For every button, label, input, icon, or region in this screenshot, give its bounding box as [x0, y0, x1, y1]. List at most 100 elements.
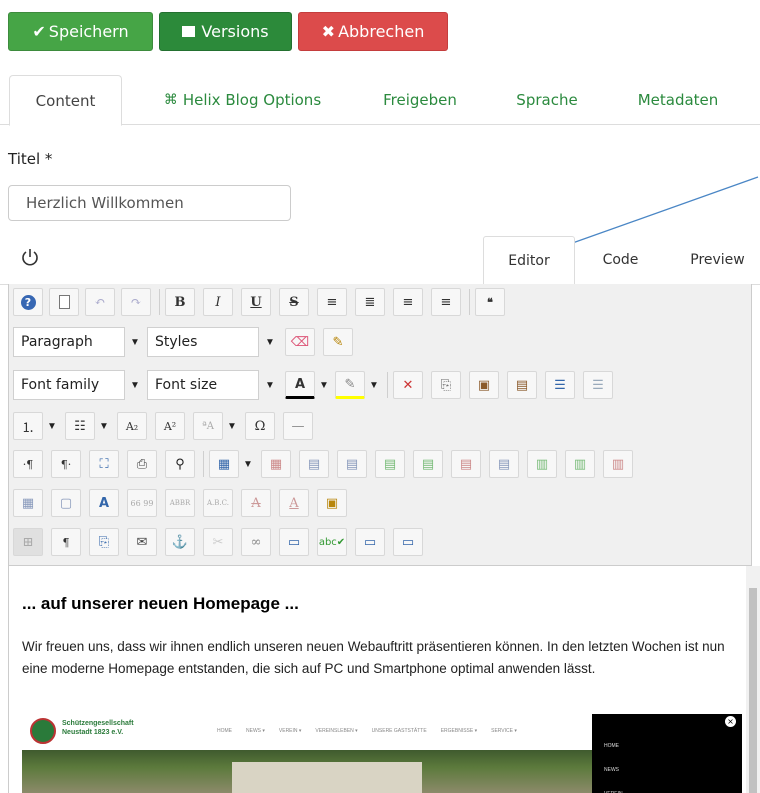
unlink-icon[interactable]: ✂: [203, 528, 233, 556]
bold-icon[interactable]: B: [165, 288, 195, 316]
undo-icon[interactable]: ↶: [85, 288, 115, 316]
chevron-down-icon[interactable]: ▼: [315, 370, 333, 400]
format-select[interactable]: Paragraph: [13, 327, 125, 357]
table-cell-props-icon[interactable]: ▤: [337, 450, 367, 478]
delete-row-icon[interactable]: ▤: [451, 450, 481, 478]
eraser-icon[interactable]: ⌫: [285, 328, 315, 356]
ltr-icon[interactable]: ·¶: [13, 450, 43, 478]
styles-select[interactable]: Styles: [147, 327, 259, 357]
print-icon[interactable]: ⎙: [127, 450, 157, 478]
versions-button[interactable]: Versions: [159, 12, 292, 51]
find-icon[interactable]: ☰: [583, 371, 613, 399]
anchor-icon[interactable]: ⚓: [165, 528, 195, 556]
tab-metadaten[interactable]: Metadaten: [618, 75, 738, 125]
merge-cells-icon[interactable]: ▢: [51, 489, 81, 517]
insert-col-before-icon[interactable]: ▥: [527, 450, 557, 478]
save-button[interactable]: ✔ Speichern: [8, 12, 153, 51]
chevron-down-icon[interactable]: ▼: [261, 370, 279, 400]
insert-file-icon[interactable]: ⎘: [89, 528, 119, 556]
editor-tab-label: Code: [602, 252, 639, 268]
format-painter-icon[interactable]: ✎: [323, 328, 353, 356]
special-character-icon[interactable]: Ω: [245, 412, 275, 440]
deletion-icon[interactable]: A: [241, 489, 271, 517]
tab-content[interactable]: Content: [9, 75, 122, 126]
link-icon[interactable]: ∞: [241, 528, 271, 556]
character-map-icon[interactable]: ªA: [193, 412, 223, 440]
chevron-down-icon[interactable]: ▼: [126, 327, 144, 357]
new-document-icon[interactable]: [49, 288, 79, 316]
embed-nav: HOME NEWS ▾ VEREIN ▾ VEREINSLEBEN ▾ UNSE…: [217, 728, 517, 734]
scrollbar-thumb[interactable]: [749, 588, 757, 793]
tab-helix-blog-options[interactable]: ⌘ Helix Blog Options: [140, 75, 345, 125]
italic-icon[interactable]: I: [203, 288, 233, 316]
abbreviation-icon[interactable]: ABBR: [165, 489, 195, 517]
visual-aid-icon[interactable]: ⊞: [13, 528, 43, 556]
embed-side-nav: HOME NEWS VEREIN: [604, 734, 623, 793]
row-icon[interactable]: ▤: [489, 450, 519, 478]
bullet-list-icon[interactable]: ☷: [65, 412, 95, 440]
readmore-icon[interactable]: ▭: [355, 528, 385, 556]
tab-sprache[interactable]: Sprache: [497, 75, 597, 125]
tab-freigeben[interactable]: Freigeben: [365, 75, 475, 125]
font-size-select[interactable]: Font size: [147, 370, 259, 400]
insert-row-after-icon[interactable]: ▤: [413, 450, 443, 478]
chevron-down-icon[interactable]: ▼: [95, 411, 113, 441]
insertion-icon[interactable]: A: [279, 489, 309, 517]
acronym-icon[interactable]: A.B.C.: [203, 489, 233, 517]
chevron-down-icon[interactable]: ▼: [223, 411, 241, 441]
spellcheck-icon[interactable]: abc✔: [317, 528, 347, 556]
insert-row-before-icon[interactable]: ▤: [375, 450, 405, 478]
blockquote-icon[interactable]: ❝: [475, 288, 505, 316]
image-icon[interactable]: ▭: [279, 528, 309, 556]
highlight-color-icon[interactable]: ✎: [335, 371, 365, 399]
align-right-icon[interactable]: ≡: [393, 288, 423, 316]
table-row-props-icon[interactable]: ▤: [299, 450, 329, 478]
editor-content[interactable]: ... auf unserer neuen Homepage ... Wir f…: [8, 566, 752, 793]
underline-icon[interactable]: U: [241, 288, 271, 316]
chevron-down-icon[interactable]: ▼: [126, 370, 144, 400]
align-left-icon[interactable]: ≡: [317, 288, 347, 316]
paste-icon[interactable]: ▣: [469, 371, 499, 399]
numbered-list-icon[interactable]: ⒈: [13, 412, 43, 440]
table-icon[interactable]: ▦: [209, 450, 239, 478]
strikethrough-icon[interactable]: S: [279, 288, 309, 316]
chevron-down-icon[interactable]: ▼: [239, 449, 257, 479]
align-center-icon[interactable]: ≣: [355, 288, 385, 316]
superscript-icon[interactable]: A²: [155, 412, 185, 440]
title-input[interactable]: Herzlich Willkommen: [8, 185, 291, 221]
tab-preview[interactable]: Preview: [675, 236, 760, 284]
text-color-icon[interactable]: A: [285, 371, 315, 399]
cite-icon[interactable]: 66 99: [127, 489, 157, 517]
delete-col-icon[interactable]: ▥: [603, 450, 633, 478]
copy-icon[interactable]: ⎘: [431, 371, 461, 399]
horizontal-rule-icon[interactable]: —: [283, 412, 313, 440]
redo-icon[interactable]: ↷: [121, 288, 151, 316]
editor-scrollbar[interactable]: [746, 566, 760, 793]
help-icon[interactable]: ?: [13, 288, 43, 316]
power-icon[interactable]: [20, 247, 40, 267]
pagebreak-icon[interactable]: ▭: [393, 528, 423, 556]
chevron-down-icon[interactable]: ▼: [43, 411, 61, 441]
select-all-icon[interactable]: ☰: [545, 371, 575, 399]
template-icon[interactable]: ✉: [127, 528, 157, 556]
embed-title-line: Neustadt 1823 e.V.: [62, 729, 124, 736]
delete-table-icon[interactable]: ▦: [261, 450, 291, 478]
subscript-icon[interactable]: A₂: [117, 412, 147, 440]
split-cells-icon[interactable]: ▦: [13, 489, 43, 517]
tab-code[interactable]: Code: [583, 236, 658, 284]
fullscreen-icon[interactable]: ⛶: [89, 450, 119, 478]
paste-text-icon[interactable]: ▤: [507, 371, 537, 399]
chevron-down-icon[interactable]: ▼: [261, 327, 279, 357]
insert-col-after-icon[interactable]: ▥: [565, 450, 595, 478]
search-replace-icon[interactable]: ⚲: [165, 450, 195, 478]
cancel-button[interactable]: ✖ Abbrechen: [298, 12, 448, 51]
rtl-icon[interactable]: ¶·: [51, 450, 81, 478]
tab-editor[interactable]: Editor: [483, 236, 575, 285]
chevron-down-icon[interactable]: ▼: [365, 370, 383, 400]
show-blocks-icon[interactable]: ¶: [51, 528, 81, 556]
attributes-icon[interactable]: ▣: [317, 489, 347, 517]
cut-icon[interactable]: ✕: [393, 371, 423, 399]
align-justify-icon[interactable]: ≡: [431, 288, 461, 316]
font-family-select[interactable]: Font family: [13, 370, 125, 400]
styles-icon[interactable]: A: [89, 489, 119, 517]
